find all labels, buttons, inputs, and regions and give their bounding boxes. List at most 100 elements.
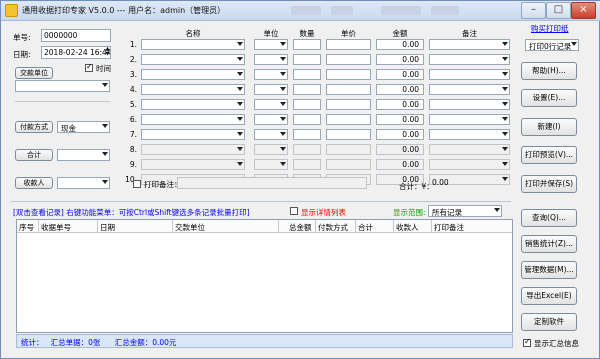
item-amount-field[interactable]: 0.00 (376, 84, 424, 95)
item-price-field[interactable] (326, 159, 371, 170)
item-amount-field[interactable]: 0.00 (376, 144, 424, 155)
total-combo[interactable] (57, 149, 110, 161)
help-button[interactable]: 帮助(H)... (521, 62, 577, 80)
item-price-field[interactable] (326, 39, 371, 50)
payment-method-value: 现金 (61, 124, 76, 133)
buy-paper-link[interactable]: 购买打印纸 (531, 23, 569, 34)
item-price-field[interactable] (326, 54, 371, 65)
item-quantity-field[interactable] (293, 54, 321, 65)
item-quantity-field[interactable] (293, 39, 321, 50)
new-button[interactable]: 新建(I) (521, 118, 577, 136)
show-summary-checkbox[interactable] (523, 337, 531, 347)
records-grid[interactable] (16, 219, 513, 333)
receipt-app-icon (5, 4, 18, 17)
sales-stats-button[interactable]: 销售统计(Z)... (521, 235, 577, 253)
item-amount-field[interactable]: 0.00 (376, 99, 424, 110)
export-excel-button[interactable]: 导出Excel(E) (521, 287, 577, 305)
query-button[interactable]: 查询(Q)... (521, 209, 577, 227)
date-label: 日期: (13, 50, 31, 59)
item-row-number: 8. (129, 145, 137, 154)
item-quantity-field[interactable] (293, 84, 321, 95)
close-button[interactable]: × (571, 2, 596, 19)
manage-data-button[interactable]: 管理数据(M)... (521, 261, 577, 279)
item-unit-combo[interactable] (254, 69, 288, 80)
item-price-field[interactable] (326, 114, 371, 125)
item-amount-field[interactable]: 0.00 (376, 69, 424, 80)
item-name-combo[interactable] (141, 99, 245, 110)
item-remark-combo[interactable] (429, 84, 510, 95)
minimize-button[interactable]: – (521, 2, 546, 19)
item-row-number: 9. (129, 160, 137, 169)
item-remark-combo[interactable] (429, 39, 510, 50)
payment-method-button[interactable]: 付款方式 (15, 121, 53, 133)
total-button[interactable]: 合计 (15, 149, 53, 161)
item-name-combo[interactable] (141, 144, 245, 155)
item-price-field[interactable] (326, 144, 371, 155)
date-field[interactable]: 2018-02-24 16:44: (41, 46, 111, 59)
col-payer: 交款单位 (175, 223, 205, 232)
print-preview-button[interactable]: 打印预览(V)... (521, 146, 577, 164)
item-remark-combo[interactable] (429, 159, 510, 170)
item-remark-combo[interactable] (429, 129, 510, 140)
item-name-combo[interactable] (141, 129, 245, 140)
maximize-button[interactable]: □ (546, 2, 571, 19)
payer-button[interactable]: 交款单位 (15, 67, 53, 79)
chevron-down-icon (502, 72, 508, 76)
payer-combo[interactable] (15, 80, 110, 92)
time-checkbox[interactable] (85, 62, 93, 72)
item-unit-combo[interactable] (254, 99, 288, 110)
item-quantity-field[interactable] (293, 144, 321, 155)
chevron-down-icon (237, 87, 243, 91)
item-remark-combo[interactable] (429, 114, 510, 125)
item-name-combo[interactable] (141, 84, 245, 95)
item-amount-field[interactable]: 0.00 (376, 159, 424, 170)
item-price-field[interactable] (326, 129, 371, 140)
item-unit-combo[interactable] (254, 144, 288, 155)
item-price-field[interactable] (326, 99, 371, 110)
item-quantity-field[interactable] (293, 114, 321, 125)
item-amount-field[interactable]: 0.00 (376, 54, 424, 65)
collector-button[interactable]: 收款人 (15, 177, 53, 189)
col-separator (355, 220, 356, 232)
item-unit-combo[interactable] (254, 159, 288, 170)
stats-bar: 统计： 汇总单据：0张 汇总金额：0.00元 (16, 334, 513, 348)
item-amount-field[interactable]: 0.00 (376, 39, 424, 50)
receipt-no-field[interactable]: 0000000 (41, 29, 111, 42)
item-remark-combo[interactable] (429, 69, 510, 80)
range-combo[interactable]: 所有记录 (428, 205, 502, 217)
item-quantity-field[interactable] (293, 159, 321, 170)
item-name-combo[interactable] (141, 114, 245, 125)
receipt-no-label: 单号: (13, 33, 31, 42)
item-amount-field[interactable]: 0.00 (376, 114, 424, 125)
item-unit-combo[interactable] (254, 84, 288, 95)
item-quantity-field[interactable] (293, 69, 321, 80)
custom-software-button[interactable]: 定制软件 (521, 313, 577, 331)
show-detail-checkbox[interactable] (290, 207, 298, 215)
item-price-field[interactable] (326, 69, 371, 80)
item-name-combo[interactable] (141, 159, 245, 170)
item-unit-combo[interactable] (254, 114, 288, 125)
item-unit-combo[interactable] (254, 54, 288, 65)
item-name-combo[interactable] (141, 54, 245, 65)
item-remark-combo[interactable] (429, 99, 510, 110)
chevron-down-icon (237, 147, 243, 151)
item-name-combo[interactable] (141, 39, 245, 50)
collector-combo[interactable] (57, 177, 110, 189)
item-quantity-field[interactable] (293, 129, 321, 140)
item-amount-value: 0.00 (402, 145, 419, 154)
item-unit-combo[interactable] (254, 39, 288, 50)
payment-method-combo[interactable]: 现金 (57, 121, 110, 133)
item-remark-combo[interactable] (429, 144, 510, 155)
date-spinner-icon[interactable]: ▲ ▼ (105, 47, 110, 58)
settings-button[interactable]: 设置(E)... (521, 89, 577, 107)
print-and-save-button[interactable]: 打印并保存(S) (521, 175, 577, 193)
item-quantity-field[interactable] (293, 99, 321, 110)
item-price-field[interactable] (326, 84, 371, 95)
item-name-combo[interactable] (141, 69, 245, 80)
print-note-checkbox[interactable] (133, 180, 141, 188)
print-note-field[interactable] (177, 177, 367, 189)
item-remark-combo[interactable] (429, 54, 510, 65)
print-mode-combo[interactable]: 打印0行记录 (525, 39, 579, 51)
item-amount-field[interactable]: 0.00 (376, 129, 424, 140)
item-unit-combo[interactable] (254, 129, 288, 140)
